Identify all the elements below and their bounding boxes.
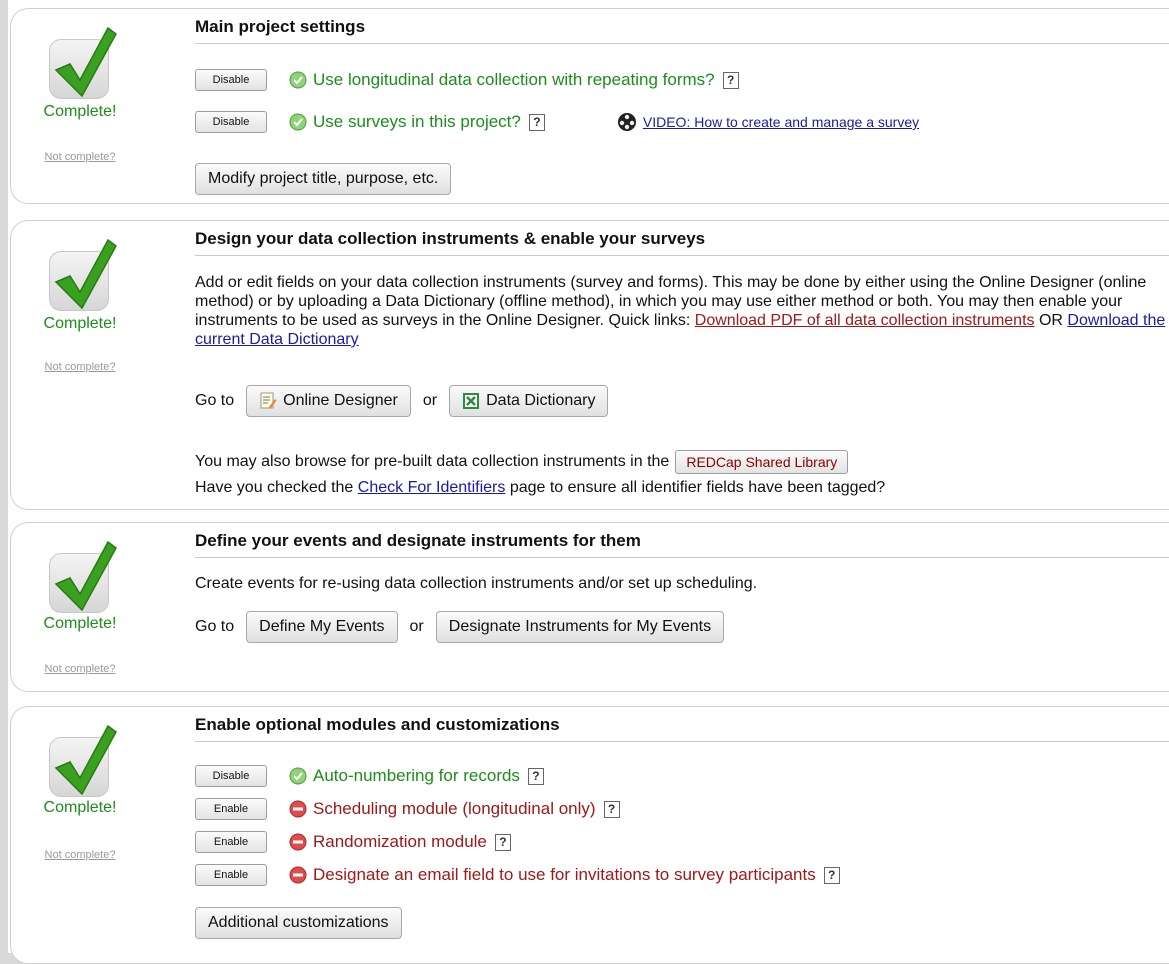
- data-dictionary-label: Data Dictionary: [486, 392, 596, 409]
- help-icon[interactable]: ?: [527, 767, 544, 785]
- option-text: Use surveys in this project?: [313, 112, 521, 131]
- disable-button[interactable]: Disable: [195, 69, 267, 91]
- help-icon[interactable]: ?: [528, 113, 545, 131]
- disabled-minus-icon: [289, 800, 307, 818]
- option-text: Use longitudinal data collection with re…: [313, 70, 715, 89]
- goto-row: Go to Online Designer or Data Dictionary: [195, 385, 609, 417]
- disable-button[interactable]: Disable: [195, 111, 267, 133]
- option-row: Disable Use surveys in this project? ? V…: [195, 111, 919, 133]
- complete-label: Complete!: [43, 315, 117, 332]
- complete-check-icon: [49, 540, 117, 613]
- or-text: OR: [1034, 312, 1068, 329]
- modify-project-button[interactable]: Modify project title, purpose, etc.: [195, 163, 452, 195]
- goto-label: Go to: [195, 392, 235, 409]
- download-pdf-link[interactable]: Download PDF of all data collection inst…: [695, 312, 1035, 329]
- option-row: Disable Use longitudinal data collection…: [195, 69, 739, 91]
- module-text: Randomization module: [313, 832, 487, 851]
- identifiers-row: Have you checked the Check For Identifie…: [195, 479, 885, 497]
- module-row: Enable Designate an email field to use f…: [195, 864, 840, 886]
- events-description: Create events for re-using data collecti…: [195, 575, 757, 593]
- panel-design-instruments: Complete! Not complete? Design your data…: [10, 220, 1169, 510]
- not-complete-link[interactable]: Not complete?: [11, 361, 149, 373]
- enable-button[interactable]: Enable: [195, 798, 267, 820]
- not-complete-link[interactable]: Not complete?: [11, 849, 149, 861]
- module-row: Enable Randomization module ?: [195, 831, 511, 853]
- panel-main-settings: Complete! Not complete? Main project set…: [10, 8, 1169, 204]
- module-row: Enable Scheduling module (longitudinal o…: [195, 798, 620, 820]
- check-identifiers-link[interactable]: Check For Identifiers: [358, 479, 506, 497]
- disable-button[interactable]: Disable: [195, 765, 267, 787]
- complete-label: Complete!: [43, 103, 117, 120]
- identifiers-text-pre: Have you checked the: [195, 479, 358, 496]
- complete-label: Complete!: [43, 615, 117, 632]
- complete-check-icon: [49, 724, 117, 797]
- designer-icon: [259, 392, 277, 410]
- events-description-text: Create events for re-using data collecti…: [195, 575, 758, 592]
- section-title: Define your events and designate instrum…: [195, 531, 1169, 558]
- library-text: You may also browse for pre-built data c…: [195, 453, 670, 470]
- custom-row: Additional customizations: [195, 907, 402, 939]
- film-reel-icon: [617, 112, 637, 132]
- module-text: Auto-numbering for records: [313, 766, 520, 785]
- disabled-minus-icon: [289, 833, 307, 851]
- help-icon[interactable]: ?: [722, 71, 739, 89]
- enabled-check-icon: [289, 113, 307, 131]
- design-description: Add or edit fields on your data collecti…: [195, 273, 1169, 349]
- help-icon[interactable]: ?: [823, 866, 840, 884]
- video-link[interactable]: VIDEO: How to create and manage a survey: [643, 114, 919, 130]
- help-icon[interactable]: ?: [494, 833, 511, 851]
- page: Complete! Not complete? Main project set…: [8, 0, 1169, 964]
- panel-optional-modules: Complete! Not complete? Enable optional …: [10, 706, 1169, 964]
- goto-row: Go to Define My Events or Designate Inst…: [195, 611, 725, 643]
- or-label: or: [422, 392, 438, 409]
- additional-customizations-button[interactable]: Additional customizations: [195, 907, 402, 939]
- identifiers-text-post: page to ensure all identifier fields hav…: [505, 479, 886, 496]
- enable-button[interactable]: Enable: [195, 831, 267, 853]
- section-title: Enable optional modules and customizatio…: [195, 715, 1169, 742]
- module-text: Designate an email field to use for invi…: [313, 865, 816, 884]
- module-text: Scheduling module (longitudinal only): [313, 799, 596, 818]
- online-designer-button[interactable]: Online Designer: [246, 385, 411, 417]
- enabled-check-icon: [289, 71, 307, 89]
- complete-label: Complete!: [43, 799, 117, 816]
- help-icon[interactable]: ?: [603, 800, 620, 818]
- online-designer-label: Online Designer: [283, 392, 398, 409]
- designate-instruments-button[interactable]: Designate Instruments for My Events: [435, 611, 725, 643]
- not-complete-link[interactable]: Not complete?: [11, 151, 149, 163]
- section-title: Main project settings: [195, 17, 1169, 44]
- goto-label: Go to: [195, 618, 235, 635]
- modify-row: Modify project title, purpose, etc.: [195, 163, 452, 195]
- enable-button[interactable]: Enable: [195, 864, 267, 886]
- panel-events: Complete! Not complete? Define your even…: [10, 522, 1169, 692]
- not-complete-link[interactable]: Not complete?: [11, 663, 149, 675]
- module-row: Disable Auto-numbering for records ?: [195, 765, 544, 787]
- complete-check-icon: [49, 26, 117, 99]
- enabled-check-icon: [289, 767, 307, 785]
- disabled-minus-icon: [289, 866, 307, 884]
- shared-library-button[interactable]: REDCap Shared Library: [675, 450, 849, 474]
- section-title: Design your data collection instruments …: [195, 229, 1169, 256]
- or-label: or: [409, 618, 424, 635]
- excel-icon: [462, 392, 480, 410]
- data-dictionary-button[interactable]: Data Dictionary: [449, 385, 609, 417]
- library-row: You may also browse for pre-built data c…: [195, 450, 849, 474]
- complete-check-icon: [49, 238, 117, 311]
- define-events-button[interactable]: Define My Events: [246, 611, 398, 643]
